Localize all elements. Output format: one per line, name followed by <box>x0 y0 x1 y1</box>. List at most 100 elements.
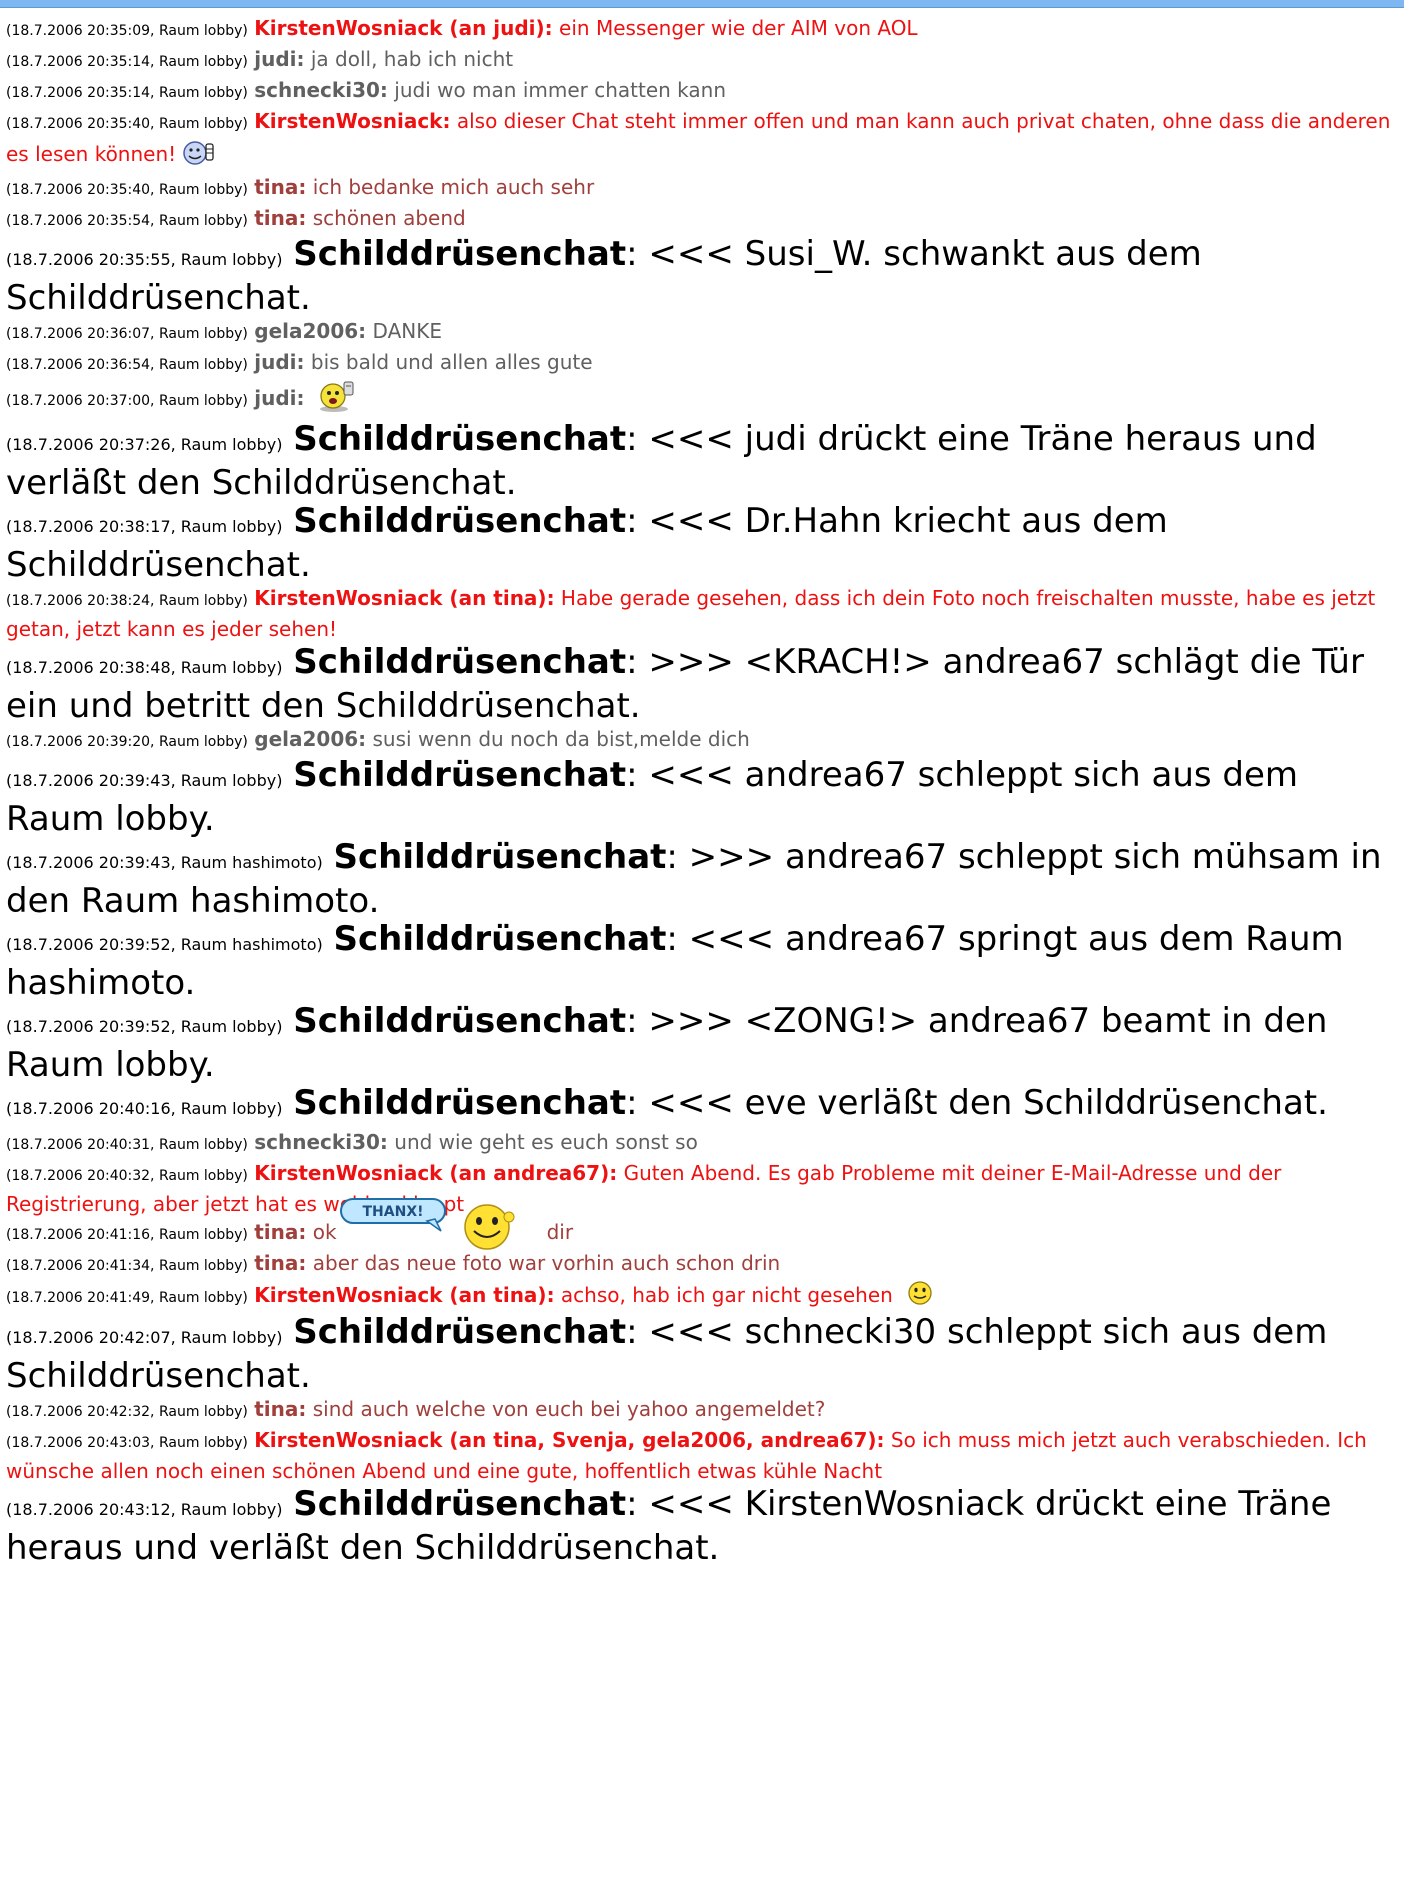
message-text: >>> andrea67 schleppt sich mühsam in den… <box>6 837 1382 921</box>
timestamp: (18.7.2006 20:39:52, Raum hashimoto) <box>6 935 323 954</box>
top-bar <box>0 0 1404 8</box>
system-message: (18.7.2006 20:39:43, Raum hashimoto) Sch… <box>6 837 1382 921</box>
sender-name: tina: <box>254 175 307 199</box>
sender-name: judi: <box>254 350 305 374</box>
message-text: DANKE <box>372 319 442 343</box>
timestamp: (18.7.2006 20:35:55, Raum lobby) <box>6 250 283 269</box>
message-text: achso, hab ich gar nicht gesehen <box>560 1283 893 1307</box>
timestamp: (18.7.2006 20:37:00, Raum lobby) <box>6 393 248 409</box>
sender-name: judi: <box>254 47 305 71</box>
waving-smiley-icon <box>317 379 357 420</box>
system-message: (18.7.2006 20:39:43, Raum lobby) Schildd… <box>6 755 1299 839</box>
message-text: ein Messenger wie der AIM von AOL <box>559 16 918 40</box>
timestamp: (18.7.2006 20:38:24, Raum lobby) <box>6 593 248 609</box>
message-text: <<< schnecki30 schleppt sich aus dem Sch… <box>6 1312 1328 1396</box>
sender-name: KirstenWosniack (an tina): <box>254 586 555 610</box>
sender-name: Schilddrüsenchat <box>333 919 667 959</box>
chat-message: (18.7.2006 20:41:49, Raum lobby) Kirsten… <box>6 1280 1398 1313</box>
sender-name: tina: <box>254 1397 307 1421</box>
timestamp: (18.7.2006 20:41:49, Raum lobby) <box>6 1290 248 1306</box>
message-text: ich bedanke mich auch sehr <box>312 175 595 199</box>
sender-name: Schilddrüsenchat <box>293 234 627 274</box>
timestamp: (18.7.2006 20:43:12, Raum lobby) <box>6 1500 283 1519</box>
sender-name: Schilddrüsenchat <box>293 1083 627 1123</box>
message-text: <<< andrea67 schleppt sich aus dem Raum … <box>6 755 1299 839</box>
timestamp: (18.7.2006 20:40:16, Raum lobby) <box>6 1099 283 1118</box>
sender-name: KirstenWosniack (an andrea67): <box>254 1161 618 1185</box>
system-message: (18.7.2006 20:42:07, Raum lobby) Schildd… <box>6 1312 1328 1396</box>
chat-message: (18.7.2006 20:35:40, Raum lobby) tina: i… <box>6 173 1398 204</box>
message-text: bis bald und allen alles gute <box>310 350 593 374</box>
chat-message: (18.7.2006 20:35:14, Raum lobby) judi: j… <box>6 45 1398 76</box>
message-text: <<< andrea67 springt aus dem Raum hashim… <box>6 919 1344 1003</box>
timestamp: (18.7.2006 20:39:20, Raum lobby) <box>6 734 248 750</box>
chat-message: (18.7.2006 20:35:54, Raum lobby) tina: s… <box>6 204 1398 235</box>
timestamp: (18.7.2006 20:38:17, Raum lobby) <box>6 517 283 536</box>
thanx-smiley-icon: THANX! <box>337 1198 547 1250</box>
smile-icon <box>907 1280 933 1313</box>
timestamp: (18.7.2006 20:36:07, Raum lobby) <box>6 326 248 342</box>
timestamp: (18.7.2006 20:39:52, Raum lobby) <box>6 1017 283 1036</box>
sender-name: gela2006: <box>254 727 367 751</box>
chat-message: (18.7.2006 20:37:00, Raum lobby) judi: <box>6 379 1398 420</box>
sender-name: tina: <box>254 1251 307 1275</box>
sender-name: KirstenWosniack (an tina, Svenja, gela20… <box>254 1428 885 1452</box>
timestamp: (18.7.2006 20:40:31, Raum lobby) <box>6 1137 248 1153</box>
chat-message: (18.7.2006 20:38:24, Raum lobby) Kirsten… <box>6 584 1398 643</box>
chat-message: (18.7.2006 20:36:54, Raum lobby) judi: b… <box>6 348 1398 379</box>
timestamp: (18.7.2006 20:39:43, Raum hashimoto) <box>6 853 323 872</box>
timestamp: (18.7.2006 20:43:03, Raum lobby) <box>6 1435 248 1451</box>
message-text: sind auch welche von euch bei yahoo ange… <box>312 1397 826 1421</box>
sender-name: schnecki30: <box>254 1130 388 1154</box>
sender-name: KirstenWosniack: <box>254 109 451 133</box>
chat-message: (18.7.2006 20:35:40, Raum lobby) Kirsten… <box>6 107 1398 173</box>
sender-name: tina: <box>254 206 307 230</box>
sender-name: KirstenWosniack (an judi): <box>254 16 553 40</box>
chat-log: (18.7.2006 20:35:09, Raum lobby) Kirsten… <box>0 8 1404 1567</box>
message-text: susi wenn du noch da bist,melde dich <box>372 727 750 751</box>
chat-message: (18.7.2006 20:42:32, Raum lobby) tina: s… <box>6 1395 1398 1426</box>
message-text-after: dir <box>546 1220 574 1244</box>
sender-name: Schilddrüsenchat <box>293 501 627 541</box>
message-text: <<< judi drückt eine Träne heraus und ve… <box>6 419 1317 503</box>
system-message: (18.7.2006 20:43:12, Raum lobby) Schildd… <box>6 1484 1332 1568</box>
sender-name: Schilddrüsenchat <box>293 1312 627 1352</box>
chat-message: (18.7.2006 20:40:31, Raum lobby) schneck… <box>6 1128 1398 1159</box>
sender-name: tina: <box>254 1220 307 1244</box>
message-text: ja doll, hab ich nicht <box>310 47 514 71</box>
message-text: ok <box>312 1220 337 1244</box>
chat-message: (18.7.2006 20:40:32, Raum lobby) Kirsten… <box>6 1159 1398 1218</box>
sender-name: judi: <box>254 386 305 410</box>
sender-name: Schilddrüsenchat <box>293 755 627 795</box>
message-text: judi wo man immer chatten kann <box>394 78 727 102</box>
message-text: <<< eve verläßt den Schilddrüsenchat. <box>648 1083 1328 1123</box>
system-message: (18.7.2006 20:38:48, Raum lobby) Schildd… <box>6 642 1364 726</box>
sender-name: KirstenWosniack (an tina): <box>254 1283 555 1307</box>
timestamp: (18.7.2006 20:35:09, Raum lobby) <box>6 23 248 39</box>
timestamp: (18.7.2006 20:35:14, Raum lobby) <box>6 54 248 70</box>
timestamp: (18.7.2006 20:41:16, Raum lobby) <box>6 1227 248 1243</box>
system-message: (18.7.2006 20:39:52, Raum lobby) Schildd… <box>6 1001 1328 1085</box>
sender-name: Schilddrüsenchat <box>333 837 667 877</box>
chat-message: (18.7.2006 20:41:34, Raum lobby) tina: a… <box>6 1249 1398 1280</box>
message-text: <<< KirstenWosniack drückt eine Träne he… <box>6 1484 1332 1568</box>
timestamp: (18.7.2006 20:36:54, Raum lobby) <box>6 357 248 373</box>
chat-message: (18.7.2006 20:39:20, Raum lobby) gela200… <box>6 725 1398 756</box>
sender-name: Schilddrüsenchat <box>293 642 627 682</box>
message-text: schönen abend <box>312 206 466 230</box>
message-text: und wie geht es euch sonst so <box>394 1130 698 1154</box>
message-text: >>> <ZONG!> andrea67 beamt in den Raum l… <box>6 1001 1328 1085</box>
system-message: (18.7.2006 20:37:26, Raum lobby) Schildd… <box>6 419 1317 503</box>
timestamp: (18.7.2006 20:38:48, Raum lobby) <box>6 658 283 677</box>
timestamp: (18.7.2006 20:35:40, Raum lobby) <box>6 116 248 132</box>
system-message: (18.7.2006 20:35:55, Raum lobby) Schildd… <box>6 234 1202 318</box>
system-message: (18.7.2006 20:39:52, Raum hashimoto) Sch… <box>6 919 1344 1003</box>
chat-message: (18.7.2006 20:35:14, Raum lobby) schneck… <box>6 76 1398 107</box>
timestamp: (18.7.2006 20:42:07, Raum lobby) <box>6 1328 283 1347</box>
timestamp: (18.7.2006 20:39:43, Raum lobby) <box>6 771 283 790</box>
thumbs-up-smiley-icon <box>182 138 216 173</box>
sender-name: Schilddrüsenchat <box>293 1001 627 1041</box>
timestamp: (18.7.2006 20:37:26, Raum lobby) <box>6 435 283 454</box>
sender-name: gela2006: <box>254 319 367 343</box>
timestamp: (18.7.2006 20:35:40, Raum lobby) <box>6 182 248 198</box>
